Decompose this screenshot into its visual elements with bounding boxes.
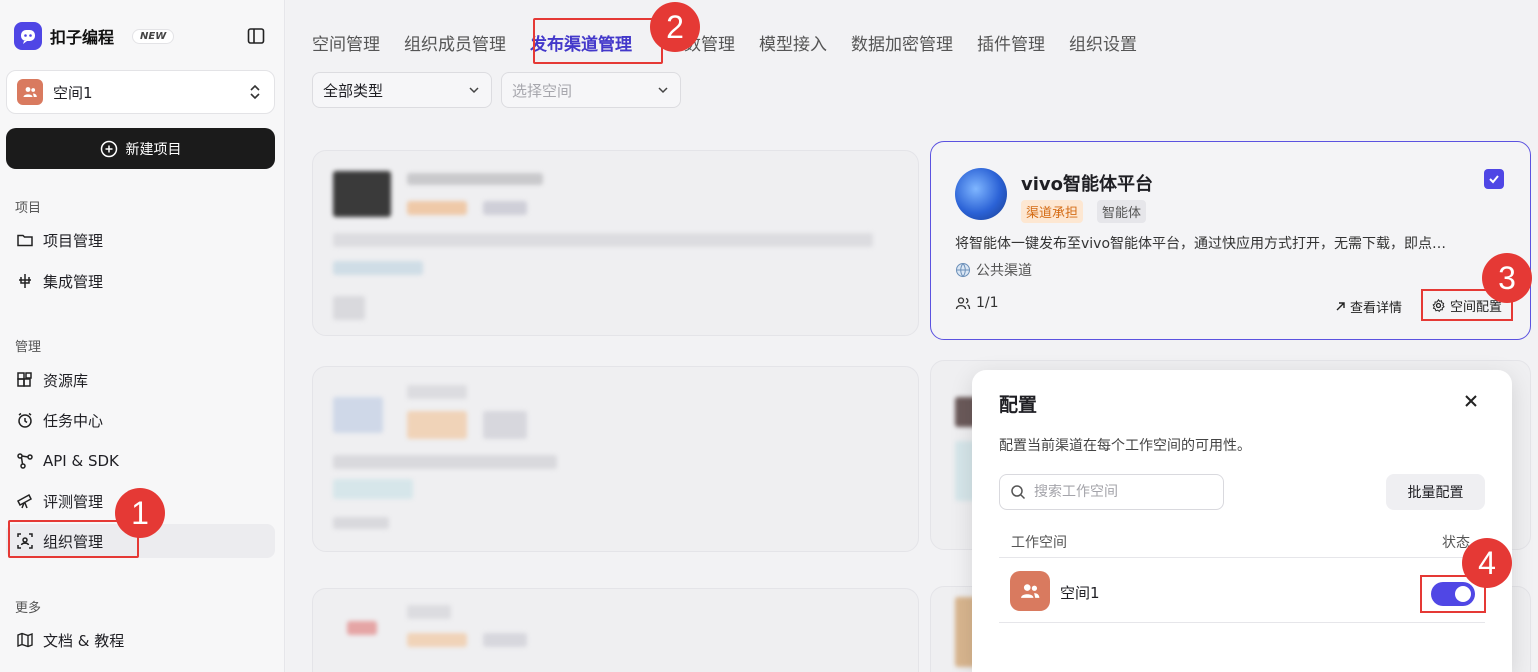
sidebar-item-tasks[interactable]: 任务中心 <box>6 403 275 437</box>
folder-icon <box>17 234 33 247</box>
highlight-box-publish-tab <box>533 18 663 64</box>
channel-members-count: 1/1 <box>976 295 999 311</box>
plus-circle-icon <box>100 140 117 157</box>
users-icon <box>1021 584 1040 598</box>
map-icon <box>17 632 33 648</box>
tag-channel-bearer: 渠道承担 <box>1021 200 1084 223</box>
column-header-workspace: 工作空间 <box>1011 535 1067 551</box>
sidebar-item-integration[interactable]: 集成管理 <box>6 264 275 298</box>
workspace-name: 空间1 <box>1060 584 1100 602</box>
telescope-icon <box>17 493 32 509</box>
sidebar-item-docs[interactable]: 文档 & 教程 <box>6 623 275 657</box>
batch-config-button[interactable]: 批量配置 <box>1386 474 1485 510</box>
section-label-more: 更多 <box>15 601 42 616</box>
status-toggle[interactable] <box>1431 582 1475 606</box>
new-badge: NEW <box>132 28 175 44</box>
sidebar-item-label: 项目管理 <box>43 231 104 250</box>
space-avatar <box>17 79 43 105</box>
sidebar-item-label: 评测管理 <box>43 492 104 511</box>
modal-title: 配置 <box>999 394 1038 416</box>
channel-scope: 公共渠道 <box>955 260 1032 280</box>
channel-checkbox[interactable] <box>1484 169 1504 189</box>
type-filter-value: 全部类型 <box>323 81 384 100</box>
section-label-manage: 管理 <box>15 340 42 355</box>
chevron-down-icon <box>658 87 668 94</box>
space-selector[interactable]: 空间1 <box>6 70 275 114</box>
integration-icon <box>19 274 31 288</box>
brand-name: 扣子编程 <box>50 28 115 47</box>
channel-description: 将智能体一键发布至vivo智能体平台，通过快应用方式打开，无需下载，即点… <box>955 236 1447 252</box>
section-label-project: 项目 <box>15 201 42 216</box>
channel-card-blurred[interactable] <box>312 366 919 552</box>
tab-org-settings[interactable]: 组织设置 <box>1069 30 1137 55</box>
tab-plugins[interactable]: 插件管理 <box>977 30 1045 55</box>
globe-icon <box>956 263 970 278</box>
tab-encryption[interactable]: 数据加密管理 <box>851 30 953 55</box>
sidebar-item-label: 集成管理 <box>43 272 104 291</box>
check-icon <box>1489 175 1499 184</box>
arrow-up-right-icon <box>1336 302 1345 311</box>
sidebar-item-label: 资源库 <box>43 371 89 390</box>
sidebar-item-label: 任务中心 <box>43 411 104 430</box>
channel-title: vivo智能体平台 <box>1021 174 1154 195</box>
brand[interactable]: 扣子编程 NEW <box>14 22 175 50</box>
channel-members: 1/1 <box>955 295 999 311</box>
vivo-logo <box>955 168 1007 220</box>
channel-card-vivo[interactable]: vivo智能体平台 渠道承担 智能体 将智能体一键发布至vivo智能体平台，通过… <box>930 141 1531 340</box>
tag-agent: 智能体 <box>1097 200 1147 223</box>
share-nodes-icon <box>17 453 33 469</box>
space-filter-placeholder: 选择空间 <box>512 81 573 100</box>
view-details-label: 查看详情 <box>1350 301 1403 316</box>
search-icon <box>1011 485 1026 500</box>
type-filter[interactable]: 全部类型 <box>312 72 492 108</box>
config-modal: 配置 配置当前渠道在每个工作空间的可用性。 批量配置 工作空间 状态 空间1 <box>972 370 1512 672</box>
alarm-clock-icon <box>18 412 32 428</box>
workspace-search-input[interactable] <box>1034 484 1204 500</box>
sidebar-item-label: API & SDK <box>43 452 119 470</box>
users-icon <box>955 297 971 310</box>
tab-model-access[interactable]: 模型接入 <box>759 30 827 55</box>
new-project-label: 新建项目 <box>125 141 182 158</box>
chevron-updown-icon <box>250 84 260 100</box>
space-filter[interactable]: 选择空间 <box>501 72 681 108</box>
tab-space-manage[interactable]: 空间管理 <box>312 30 380 55</box>
annotation-badge-2: 2 <box>650 2 700 52</box>
brand-logo-icon <box>14 22 42 50</box>
channel-card-blurred[interactable] <box>312 588 919 672</box>
close-icon[interactable] <box>1462 392 1480 410</box>
tab-bar: 空间管理 组织成员管理 发布渠道管理 数管理 模型接入 数据加密管理 插件管理 … <box>312 30 1137 55</box>
divider <box>999 557 1485 558</box>
tab-members[interactable]: 组织成员管理 <box>404 30 506 55</box>
sidebar-item-label: 文档 & 教程 <box>43 631 125 650</box>
workspace-search[interactable] <box>999 474 1224 510</box>
space-name: 空间1 <box>53 83 93 102</box>
chevron-down-icon <box>469 87 479 94</box>
gear-icon <box>1432 298 1445 312</box>
sidebar-collapse-icon[interactable] <box>246 26 266 46</box>
divider <box>999 622 1485 623</box>
new-project-button[interactable]: 新建项目 <box>6 128 275 169</box>
view-details-link[interactable]: 查看详情 <box>1335 297 1402 316</box>
workspace-avatar <box>1010 571 1050 611</box>
blocks-icon <box>17 372 32 387</box>
sidebar-item-resources[interactable]: 资源库 <box>6 363 275 397</box>
channel-card-blurred[interactable] <box>312 150 919 336</box>
main-content: 空间管理 组织成员管理 发布渠道管理 数管理 模型接入 数据加密管理 插件管理 … <box>286 0 1538 672</box>
sidebar: 扣子编程 NEW 空间1 新建项目 项目 项目管理 集成管理 管理 资源库 任务… <box>0 0 285 672</box>
annotation-badge-4: 4 <box>1462 538 1512 588</box>
channel-scope-label: 公共渠道 <box>976 263 1032 279</box>
modal-description: 配置当前渠道在每个工作空间的可用性。 <box>999 438 1251 454</box>
sidebar-item-project-manage[interactable]: 项目管理 <box>6 223 275 257</box>
annotation-badge-3: 3 <box>1482 253 1532 303</box>
sidebar-item-api[interactable]: API & SDK <box>6 444 275 478</box>
annotation-badge-1: 1 <box>115 488 165 538</box>
